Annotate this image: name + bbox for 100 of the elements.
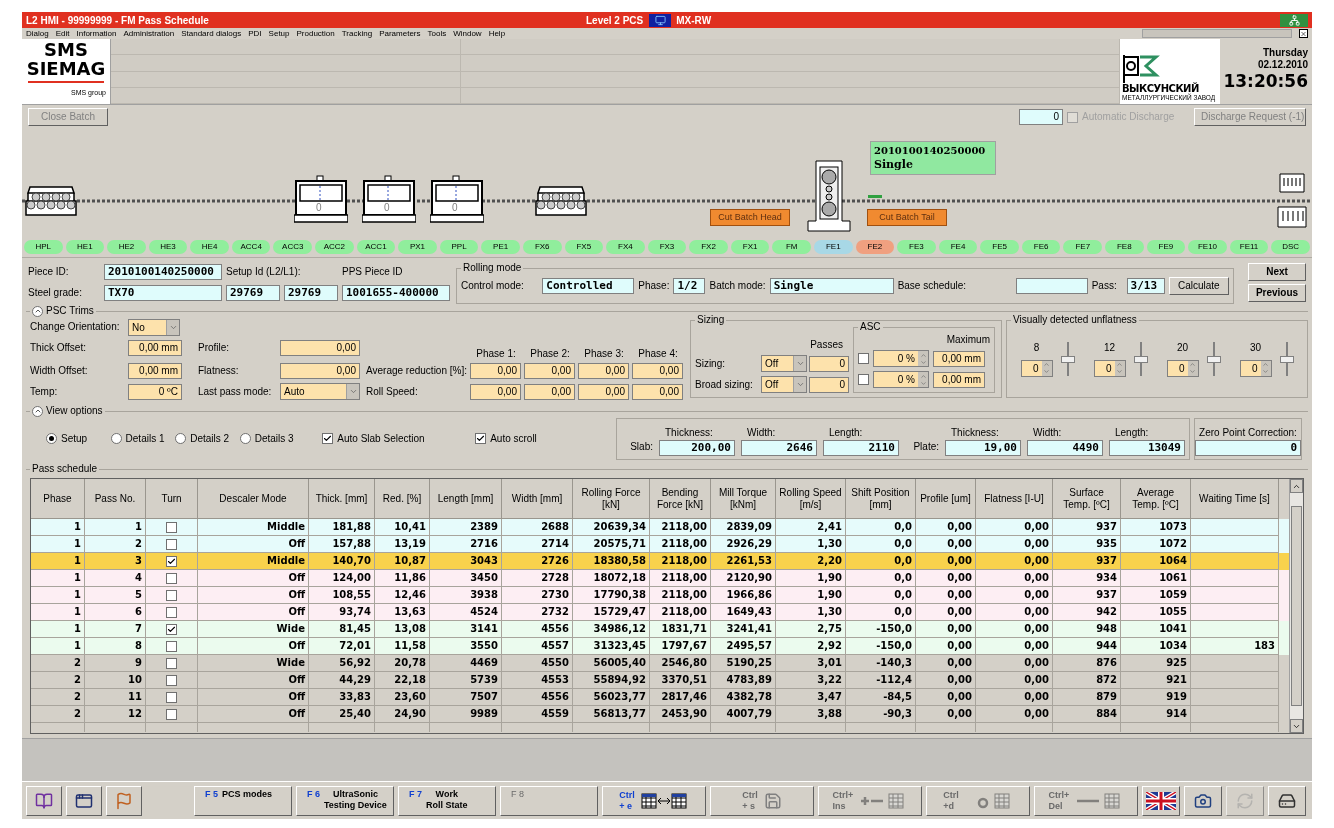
column-header[interactable]: Thick. [mm]: [309, 479, 375, 519]
checkbox[interactable]: [166, 606, 177, 618]
cut-batch-head-button[interactable]: Cut Batch Head: [710, 209, 790, 226]
table-row[interactable]: 1 5 Off 108,55 12,46 3938 2730 17790,38 2118,00 1966,86 1,90 0,0 0,00 0,00 937 1059: [31, 587, 1290, 604]
unflatness-spinner[interactable]: 0: [1093, 359, 1126, 377]
column-header[interactable]: Mill Torque [kNm]: [711, 479, 776, 519]
offset-field[interactable]: 0,00 mm: [128, 362, 182, 379]
function-key-button[interactable]: F 7 Work Roll State: [398, 785, 496, 816]
pass-field[interactable]: 3/13: [1126, 277, 1165, 294]
menu-item[interactable]: Tracking: [341, 28, 373, 39]
collapse-icon[interactable]: [32, 305, 43, 317]
radio-button[interactable]: [46, 433, 57, 444]
dimension-field[interactable]: 19,00: [945, 439, 1021, 456]
phase-field[interactable]: 0,00: [632, 362, 683, 379]
shape-field[interactable]: 0,00: [280, 340, 360, 356]
menu-item[interactable]: Dialog: [26, 28, 49, 39]
column-header[interactable]: Phase: [31, 479, 85, 519]
batch-mode-field[interactable]: Single: [769, 277, 894, 294]
checkbox[interactable]: [166, 555, 177, 567]
radio-button[interactable]: [175, 433, 187, 444]
toolbar-button[interactable]: [106, 785, 142, 816]
checkbox[interactable]: [166, 623, 177, 635]
sizing-dropdown[interactable]: Off: [761, 355, 807, 372]
zero-point-field[interactable]: 0: [1195, 439, 1301, 456]
column-header[interactable]: Bending Force [kN]: [650, 479, 711, 519]
column-header[interactable]: Pass No.: [85, 479, 146, 519]
table-row[interactable]: 1 7 Wide 81,45 13,08 3141 4556 34986,12 1831,71 3241,41 2,75 -150,0 0,00 0,00 948 1041: [31, 621, 1290, 638]
checkbox[interactable]: [166, 691, 177, 703]
table-row[interactable]: 1 8 Off 72,01 11,58 3550 4557 31323,45 1797,67 2495,57 2,92 -150,0 0,00 0,00 944 1034 183: [31, 638, 1290, 655]
maximum-field[interactable]: 0,00 mm: [933, 371, 985, 388]
tool-button[interactable]: [1268, 785, 1306, 816]
previous-button[interactable]: Previous: [1248, 284, 1306, 302]
steel-grade-field[interactable]: TX70: [104, 285, 222, 301]
column-header[interactable]: Turn: [146, 479, 198, 519]
checkbox[interactable]: [322, 433, 334, 444]
shape-field[interactable]: 0,00: [280, 362, 360, 379]
base-schedule-field[interactable]: [1015, 277, 1088, 294]
checkbox[interactable]: [166, 640, 177, 652]
unflatness-spinner[interactable]: 0: [1020, 359, 1053, 377]
phase-field[interactable]: 0,00: [470, 383, 521, 400]
dimension-field[interactable]: 4490: [1027, 439, 1103, 456]
table-row[interactable]: 1 1 Middle 181,88 10,41 2389 2688 20639,34 2118,00 2839,09 2,41 0,0 0,00 0,00 937 1073: [31, 519, 1290, 536]
scroll-down-icon[interactable]: [1290, 719, 1303, 733]
piece-id-field[interactable]: 2010100140250000: [104, 264, 222, 280]
slider-thumb[interactable]: [1060, 355, 1075, 363]
checkbox[interactable]: [166, 674, 177, 686]
column-header[interactable]: Shift Position [mm]: [846, 479, 916, 519]
menu-item[interactable]: Production: [296, 28, 335, 39]
radio-button[interactable]: [110, 433, 122, 444]
phase-field[interactable]: 0,00: [578, 362, 629, 379]
column-header[interactable]: Surface Temp. [ºC]: [1053, 479, 1121, 519]
column-header[interactable]: Width [mm]: [502, 479, 573, 519]
pps-piece-id-field[interactable]: 1001655-400000: [342, 285, 450, 301]
percent-spinner[interactable]: 0 %: [873, 350, 929, 367]
menu-item[interactable]: Setup: [268, 28, 290, 39]
column-header[interactable]: Length [mm]: [430, 479, 502, 519]
unflatness-slider[interactable]: [1279, 342, 1294, 376]
slider-thumb[interactable]: [1279, 355, 1294, 363]
collapse-icon[interactable]: [32, 405, 43, 417]
menu-item[interactable]: Tools: [427, 28, 447, 39]
last-pass-mode-dropdown[interactable]: Auto: [280, 383, 360, 400]
function-key-button[interactable]: F 5 PCS modes: [194, 785, 292, 816]
checkbox[interactable]: [166, 589, 177, 601]
sizing-dropdown[interactable]: Off: [761, 376, 807, 393]
column-header[interactable]: Descaler Mode: [198, 479, 309, 519]
menu-item[interactable]: Help: [488, 28, 506, 39]
column-header[interactable]: Average Temp. [ºC]: [1121, 479, 1191, 519]
phase-field[interactable]: 0,00: [632, 383, 683, 400]
function-key-button[interactable]: F 6 UltraSonic Testing Device: [296, 785, 394, 816]
phase-field[interactable]: 1/2: [673, 277, 706, 294]
toolbar-button[interactable]: [66, 785, 102, 816]
table-row[interactable]: 1 4 Off 124,00 11,86 3450 2728 18072,18 2118,00 2120,90 1,90 0,0 0,00 0,00 934 1061: [31, 570, 1290, 587]
phase-field[interactable]: 0,00: [470, 362, 521, 379]
offset-field[interactable]: 0 ºC: [128, 383, 182, 400]
phase-field[interactable]: 0,00: [578, 383, 629, 400]
checkbox[interactable]: [166, 657, 177, 669]
tool-button[interactable]: [1184, 785, 1222, 816]
menu-item[interactable]: Window: [453, 28, 482, 39]
menu-item[interactable]: Parameters: [379, 28, 421, 39]
unflatness-spinner[interactable]: 0: [1239, 359, 1272, 377]
table-row[interactable]: 1 3 Middle 140,70 10,87 3043 2726 18380,58 2118,00 2261,53 2,20 0,0 0,00 0,00 937 1064: [31, 553, 1290, 570]
unflatness-spinner[interactable]: 0: [1166, 359, 1199, 377]
cut-batch-tail-button[interactable]: Cut Batch Tail: [867, 209, 947, 226]
setup-id-field[interactable]: 29769: [226, 285, 280, 301]
dimension-field[interactable]: 13049: [1109, 439, 1185, 456]
toolbar-button[interactable]: [26, 785, 62, 816]
checkbox[interactable]: [475, 433, 487, 444]
setup-id-field[interactable]: 29769: [284, 285, 338, 301]
checkbox[interactable]: [166, 572, 177, 584]
menu-item[interactable]: Information: [76, 28, 117, 39]
table-row[interactable]: 1 6 Off 93,74 13,63 4524 2732 15729,47 2118,00 1649,43 1,30 0,0 0,00 0,00 942 1055: [31, 604, 1290, 621]
passes-field[interactable]: 0: [809, 376, 849, 393]
column-header[interactable]: Rolling Speed [m/s]: [776, 479, 846, 519]
column-header[interactable]: Flatness [I-U]: [976, 479, 1053, 519]
menu-item[interactable]: PDI: [248, 28, 262, 39]
unflatness-slider[interactable]: [1206, 342, 1221, 376]
unflatness-slider[interactable]: [1060, 342, 1075, 376]
unflatness-slider[interactable]: [1133, 342, 1148, 376]
menu-item[interactable]: Standard dialogs: [181, 28, 242, 39]
scroll-up-icon[interactable]: [1290, 479, 1303, 493]
